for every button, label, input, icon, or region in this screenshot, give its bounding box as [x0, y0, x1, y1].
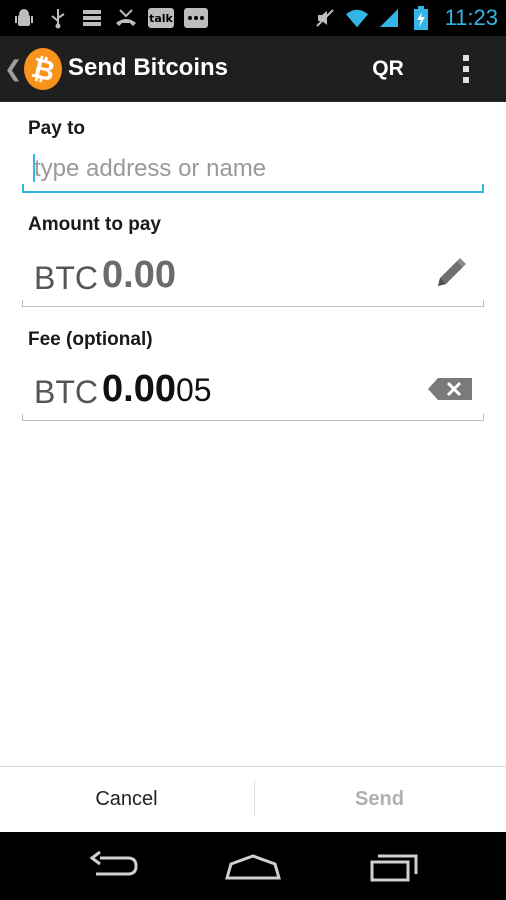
android-debug-icon: [12, 6, 36, 30]
fee-value-main: 0.00: [102, 368, 176, 410]
button-bar: Cancel Send: [0, 766, 506, 832]
page-title: Send Bitcoins: [68, 54, 229, 81]
chevron-left-icon: ❮: [4, 56, 23, 82]
overflow-dot: [463, 55, 469, 61]
up-navigation-button[interactable]: ❮ ₿: [0, 36, 62, 102]
address-field[interactable]: [22, 148, 484, 193]
storage-icon: [80, 6, 104, 30]
qr-scan-button[interactable]: QR: [356, 36, 420, 102]
mute-icon: [313, 6, 337, 30]
clock: 11:23: [444, 5, 498, 30]
back-icon[interactable]: [72, 842, 152, 890]
fee-label: Fee (optional): [28, 329, 153, 350]
chat-icon: [184, 8, 208, 28]
bitcoin-logo-icon: ₿: [24, 48, 62, 90]
fee-value[interactable]: 0.0005: [102, 368, 212, 411]
amount-label: Amount to pay: [28, 214, 161, 235]
missed-call-icon: [114, 6, 138, 30]
amount-value[interactable]: 0.00: [102, 254, 176, 297]
overflow-dot: [463, 77, 469, 83]
overflow-menu-button[interactable]: [436, 36, 496, 102]
send-button[interactable]: Send: [253, 767, 506, 832]
system-icons: 11:23: [313, 4, 498, 32]
fee-value-extra: 05: [175, 372, 212, 408]
clear-icon[interactable]: [428, 378, 472, 400]
cancel-button[interactable]: Cancel: [0, 767, 253, 832]
notification-icons: talk: [12, 5, 208, 31]
talk-icon: talk: [148, 8, 174, 28]
fee-currency: BTC: [34, 374, 98, 410]
pay-to-label: Pay to: [28, 118, 86, 139]
recent-apps-icon[interactable]: [356, 842, 436, 890]
signal-icon: [377, 6, 401, 30]
button-divider: [254, 781, 255, 817]
home-icon[interactable]: [213, 842, 293, 890]
amount-currency: BTC: [34, 260, 98, 296]
action-bar: ❮ ₿ Send Bitcoins QR: [0, 36, 506, 102]
wifi-icon: [345, 6, 369, 30]
usb-icon: [46, 6, 70, 30]
status-bar: talk 11:23: [0, 0, 506, 36]
navigation-bar: [0, 832, 506, 900]
address-input[interactable]: [34, 154, 474, 184]
overflow-dot: [463, 66, 469, 72]
amount-field[interactable]: BTC 0.00: [22, 246, 484, 307]
battery-charging-icon: [409, 6, 433, 30]
pencil-icon[interactable]: [430, 254, 470, 294]
fee-field[interactable]: BTC 0.0005: [22, 360, 484, 421]
